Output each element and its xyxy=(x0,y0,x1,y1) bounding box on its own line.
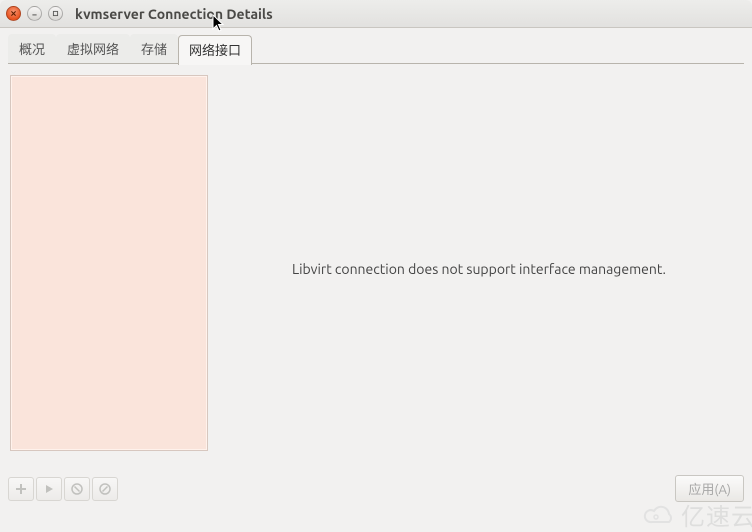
cloud-icon xyxy=(643,504,677,526)
stop-button[interactable] xyxy=(64,477,90,501)
titlebar: kvmserver Connection Details xyxy=(0,0,752,28)
tab-network-interfaces[interactable]: 网络接口 xyxy=(178,35,252,65)
minimize-button[interactable] xyxy=(27,6,42,21)
plus-icon xyxy=(15,483,27,495)
tab-storage[interactable]: 存储 xyxy=(130,34,178,64)
play-icon xyxy=(43,483,55,495)
toolbar-left-group xyxy=(8,477,118,501)
apply-button[interactable]: 应用(A) xyxy=(675,475,744,502)
delete-button[interactable] xyxy=(92,477,118,501)
detail-pane: Libvirt connection does not support inte… xyxy=(216,75,742,463)
tab-virtual-networks[interactable]: 虚拟网络 xyxy=(56,34,130,64)
add-button[interactable] xyxy=(8,477,34,501)
tab-bar: 概况 虚拟网络 存储 网络接口 xyxy=(0,28,752,64)
close-button[interactable] xyxy=(6,6,21,21)
stop-circle-icon xyxy=(71,483,83,495)
interface-list[interactable] xyxy=(10,75,208,451)
start-button[interactable] xyxy=(36,477,62,501)
content-area: Libvirt connection does not support inte… xyxy=(0,65,752,473)
tab-underline xyxy=(8,63,744,64)
watermark: 亿速云 xyxy=(643,497,752,532)
watermark-text: 亿速云 xyxy=(681,497,752,532)
maximize-button[interactable] xyxy=(48,6,63,21)
bottom-toolbar: 应用(A) xyxy=(8,475,744,502)
status-message: Libvirt connection does not support inte… xyxy=(292,261,666,277)
window-title: kvmserver Connection Details xyxy=(75,6,273,22)
no-entry-icon xyxy=(99,483,111,495)
window-controls xyxy=(6,6,63,21)
tab-overview[interactable]: 概况 xyxy=(8,34,56,64)
